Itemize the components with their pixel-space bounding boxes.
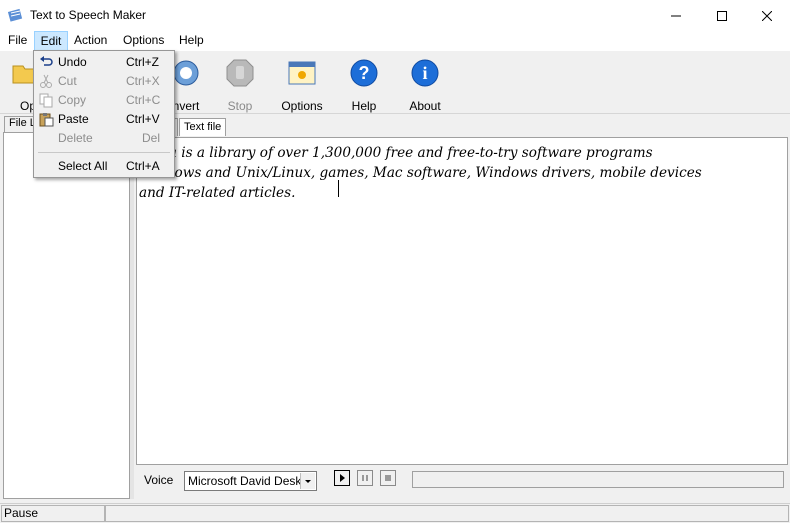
minimize-icon (671, 15, 681, 16)
window-title: Text to Speech Maker (30, 8, 147, 22)
maximize-icon (717, 10, 727, 21)
voice-label: Voice (144, 473, 174, 487)
maximize-button[interactable] (699, 0, 745, 31)
svg-text:?: ? (359, 63, 370, 83)
stop-button[interactable]: Stop (210, 56, 270, 113)
stop-playback-button[interactable] (380, 470, 396, 486)
stop-label: Stop (227, 99, 253, 113)
edit-dropdown-menu: Undo Ctrl+Z Cut Ctrl+X Copy Ctrl+C Paste… (33, 50, 175, 178)
close-button[interactable] (744, 0, 790, 31)
menu-separator (38, 152, 170, 153)
menu-options[interactable]: Options (123, 31, 164, 50)
tab-text-file[interactable]: Text file (179, 118, 227, 136)
play-button[interactable] (334, 470, 350, 486)
svg-text:i: i (422, 63, 427, 83)
about-button[interactable]: i About (395, 56, 455, 113)
pause-button[interactable] (357, 470, 373, 486)
status-text: Pause (1, 505, 105, 522)
file-list-box[interactable] (3, 132, 130, 499)
play-icon (340, 474, 345, 482)
menu-item-undo[interactable]: Undo Ctrl+Z (34, 53, 174, 72)
pause-icon (362, 475, 368, 481)
copy-shortcut: Ctrl+C (126, 93, 161, 107)
menu-action[interactable]: Action (74, 31, 107, 50)
select-all-shortcut: Ctrl+A (126, 159, 160, 173)
cut-shortcut: Ctrl+X (126, 74, 160, 88)
options-label: Options (281, 99, 323, 113)
undo-label: Undo (58, 55, 87, 69)
copy-label: Copy (58, 93, 87, 107)
editor-line: pedia is a library of over 1,300,000 fre… (139, 145, 653, 161)
dropdown-arrow-icon[interactable] (300, 473, 315, 489)
options-button[interactable]: Options (272, 56, 332, 113)
clipboard-icon (39, 113, 54, 127)
menu-help[interactable]: Help (179, 31, 204, 50)
editor-line: Windows and Unix/Linux, games, Mac softw… (139, 165, 702, 181)
delete-label: Delete (58, 131, 93, 145)
convert-icon (173, 60, 199, 86)
app-icon (8, 8, 23, 22)
text-caret (338, 180, 339, 197)
menu-item-paste[interactable]: Paste Ctrl+V (34, 110, 174, 129)
copy-icon (39, 93, 53, 108)
speech-progress-bar (412, 471, 784, 488)
menu-item-copy[interactable]: Copy Ctrl+C (34, 91, 174, 110)
undo-shortcut: Ctrl+Z (126, 55, 159, 69)
menu-item-cut[interactable]: Cut Ctrl+X (34, 72, 174, 91)
undo-icon (40, 56, 53, 66)
help-button[interactable]: ? Help (334, 56, 394, 113)
editor-content[interactable]: pedia is a library of over 1,300,000 fre… (139, 143, 785, 203)
voice-select[interactable]: Microsoft David Desktop (184, 471, 317, 491)
menu-file[interactable]: File (8, 31, 27, 50)
info-icon: i (411, 59, 439, 87)
close-icon (762, 10, 772, 21)
delete-shortcut: Del (142, 131, 161, 145)
minimize-button[interactable] (653, 0, 699, 31)
options-window-icon (288, 61, 316, 85)
menu-item-delete[interactable]: Delete Del (34, 129, 174, 148)
paste-shortcut: Ctrl+V (126, 112, 160, 126)
scissors-icon (40, 74, 52, 88)
about-label: About (409, 99, 441, 113)
editor-line: and IT-related articles. (139, 185, 296, 201)
text-editor[interactable]: pedia is a library of over 1,300,000 fre… (136, 137, 788, 465)
status-pane-secondary (105, 505, 789, 522)
voice-selected-value: Microsoft David Desktop (188, 474, 300, 488)
cut-label: Cut (58, 74, 77, 88)
help-icon: ? (350, 59, 378, 87)
stop-hand-icon (226, 59, 254, 87)
help-label: Help (351, 99, 377, 113)
select-all-label: Select All (58, 159, 108, 173)
menu-edit[interactable]: Edit (34, 31, 68, 51)
menu-bar (0, 31, 790, 51)
menu-item-select-all[interactable]: Select All Ctrl+A (34, 157, 174, 176)
stop-square-icon (385, 475, 391, 481)
paste-label: Paste (58, 112, 89, 126)
